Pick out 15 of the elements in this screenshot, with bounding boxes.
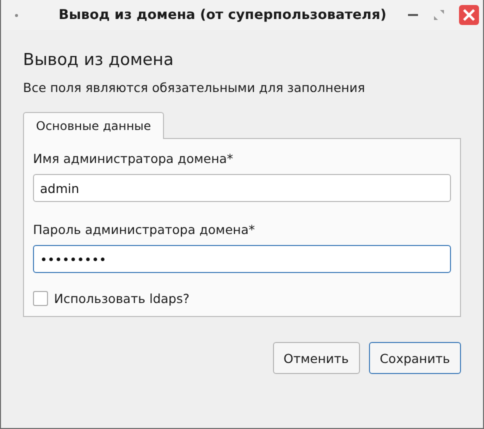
checkbox[interactable]: [33, 291, 48, 306]
checkbox-label: Использовать ldaps?: [54, 291, 190, 306]
tab[interactable]: Основные данные: [23, 112, 164, 139]
field-label: Имя администратора домена*: [33, 151, 234, 166]
input-field[interactable]: admin: [33, 174, 451, 202]
field-label: Пароль администратора домена*: [33, 222, 256, 237]
input-field[interactable]: •••••••••: [33, 245, 451, 273]
close-icon[interactable]: [459, 5, 479, 25]
dialog-button[interactable]: Сохранить: [368, 342, 461, 374]
window-title: Вывод из домена (от суперпользователя): [58, 7, 388, 23]
dialog-subtitle: Все поля являются обязательными для заполнения: [23, 80, 366, 95]
dialog-button[interactable]: Отменить: [272, 342, 360, 374]
dialog-heading: Вывод из домена: [23, 50, 175, 69]
window-menu-icon[interactable]: [15, 14, 18, 16]
maximize-icon[interactable]: [433, 9, 445, 21]
